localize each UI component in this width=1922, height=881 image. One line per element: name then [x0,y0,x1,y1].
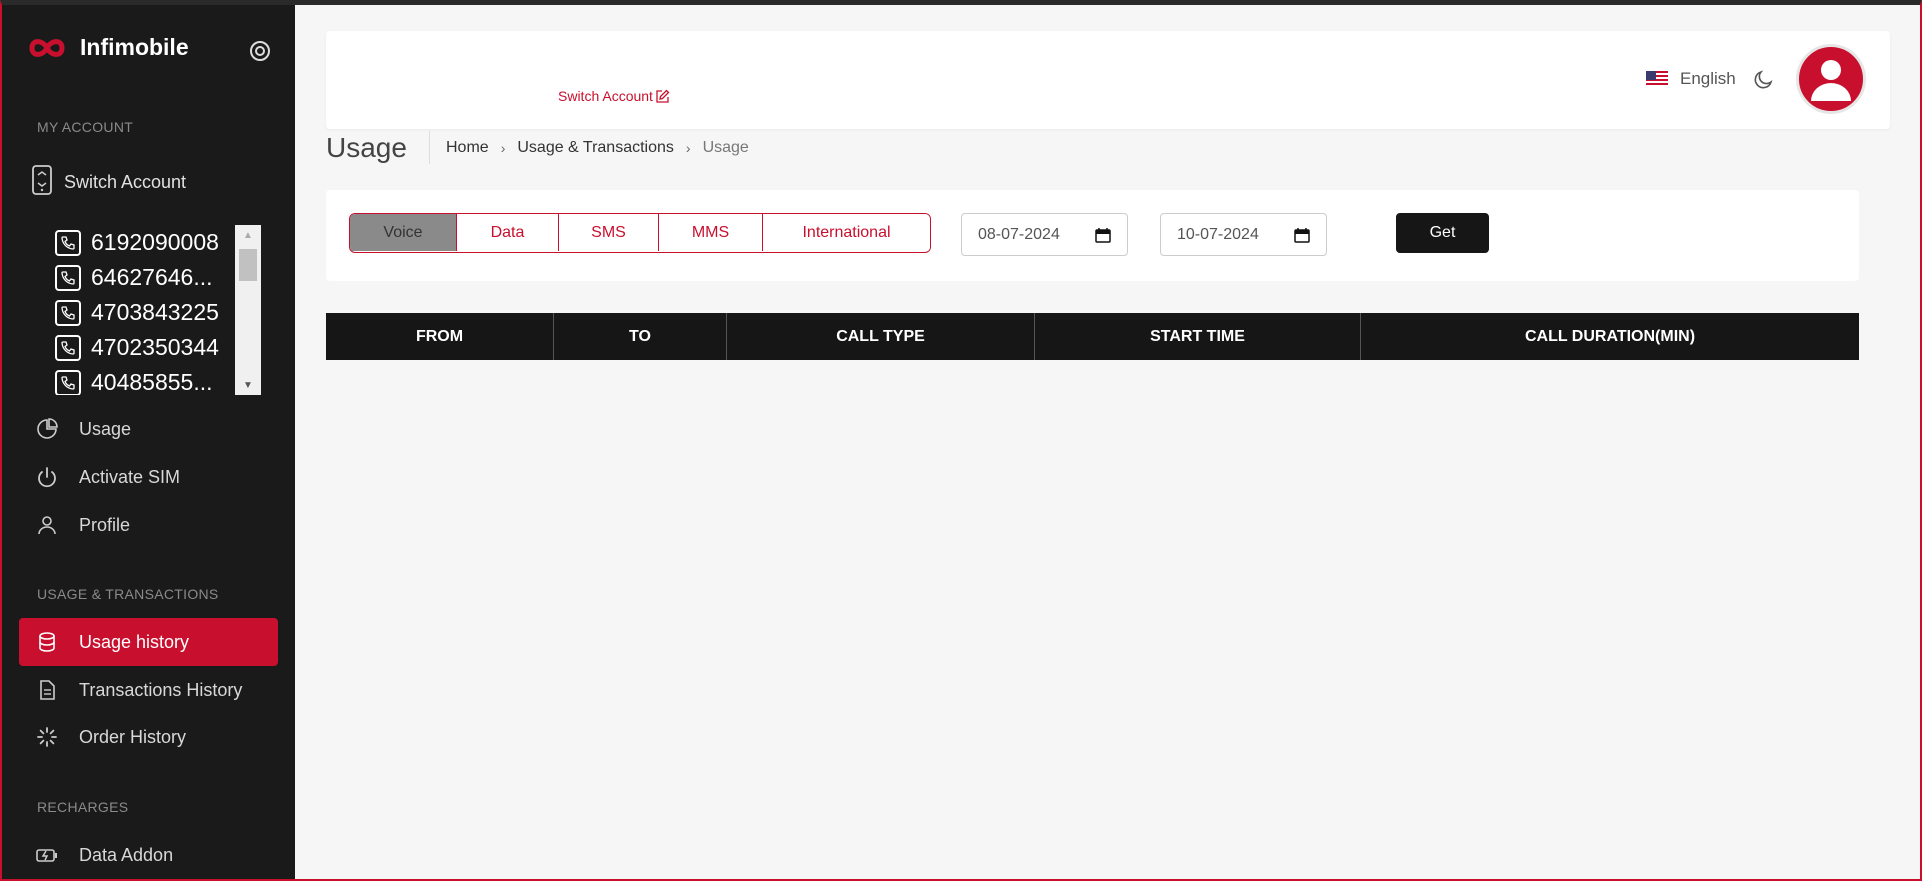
from-date-value: 08-07-2024 [978,225,1060,243]
header-switch-account-link[interactable]: Switch Account [558,88,670,104]
list-item[interactable]: 6192090008 [55,225,261,260]
phone-icon [55,229,81,256]
sidebar-item-profile[interactable]: Profile [19,501,278,549]
section-usage-transactions: USAGE & TRANSACTIONS [37,586,219,602]
phone-number: 4702350344 [91,334,219,360]
column-header-from[interactable]: FROM [326,313,554,360]
edit-icon [656,89,670,103]
sidebar-item-transactions-history[interactable]: Transactions History [19,666,278,714]
brand-name: Infimobile [80,34,189,60]
sidebar-item-order-history[interactable]: Order History [19,713,278,761]
chevron-right-icon: › [685,140,691,156]
sidebar-item-label: Usage history [79,631,190,652]
top-header: Switch Account English [326,31,1890,129]
section-my-account: MY ACCOUNT [37,119,134,135]
get-button[interactable]: Get [1396,213,1489,253]
list-item[interactable]: 40485855... [55,365,261,395]
breadcrumb-home[interactable]: Home [446,139,489,157]
battery-charging-icon [35,843,59,867]
sidebar-item-data-addon[interactable]: Data Addon [19,831,278,879]
sidebar-item-label: Activate SIM [79,466,181,487]
number-list-scrollbar[interactable]: ▲ ▼ [235,225,261,395]
phone-icon [55,334,81,361]
loader-icon [35,725,59,749]
language-selector[interactable]: English [1646,69,1736,89]
phone-device-icon [30,165,54,200]
column-header-call-type[interactable]: CALL TYPE [727,313,1035,360]
document-icon [35,678,59,702]
switch-account-label: Switch Account [64,172,187,192]
sidebar-item-label: Data Addon [79,844,174,865]
from-date-input[interactable]: 08-07-2024 [961,213,1128,256]
sidebar-item-activate-sim[interactable]: Activate SIM [19,453,278,501]
avatar[interactable] [1796,44,1866,114]
column-header-to[interactable]: TO [554,313,727,360]
user-avatar-icon [1811,60,1851,101]
chevron-right-icon: › [500,140,506,156]
user-icon [35,513,59,537]
brand[interactable]: Infimobile [28,34,189,61]
sidebar-item-label: Order History [79,726,187,747]
power-icon [35,465,59,489]
scroll-thumb[interactable] [239,249,257,281]
infinity-logo-icon [28,36,66,60]
sidebar-toggle-icon[interactable] [249,40,271,67]
language-label: English [1680,69,1736,88]
title-divider [429,131,430,164]
calendar-icon[interactable] [1294,227,1310,243]
calendar-icon[interactable] [1095,227,1111,243]
sidebar-item-usage-history[interactable]: Usage history [19,618,278,666]
usage-table-header: FROM TO CALL TYPE START TIME CALL DURATI… [326,313,1859,360]
breadcrumb: Home › Usage & Transactions › Usage [446,139,749,157]
tab-sms[interactable]: SMS [559,214,659,251]
phone-icon [55,369,81,395]
scroll-down-icon[interactable]: ▼ [235,375,261,395]
filter-panel: Voice Data SMS MMS International 08-07-2… [326,190,1859,281]
sidebar-item-usage[interactable]: Usage [19,405,278,453]
list-item[interactable]: 4702350344 [55,330,261,365]
moon-icon[interactable] [1753,68,1775,95]
sidebar-item-label: Profile [79,514,131,535]
column-header-call-duration[interactable]: CALL DURATION(MIN) [1361,313,1859,360]
list-item[interactable]: 4703843225 [55,295,261,330]
phone-number-list[interactable]: 6192090008 64627646... 4703843225 470235… [55,225,261,395]
tab-international[interactable]: International [763,214,930,251]
phone-number: 40485855... [91,369,213,395]
sidebar-item-label: Transactions History [79,679,243,700]
tab-mms[interactable]: MMS [659,214,763,251]
phone-icon [55,264,81,291]
breadcrumb-usage-transactions[interactable]: Usage & Transactions [517,139,674,157]
sidebar-item-label: Usage [79,418,132,439]
breadcrumb-current: Usage [702,139,749,156]
tab-voice[interactable]: Voice [350,214,457,251]
database-icon [35,630,59,654]
sidebar: Infimobile MY ACCOUNT Switch Account 619… [0,0,295,881]
us-flag-icon [1646,71,1668,87]
switch-account-text: Switch Account [558,88,653,104]
phone-number: 4703843225 [91,299,219,325]
scroll-up-icon[interactable]: ▲ [235,225,261,245]
to-date-input[interactable]: 10-07-2024 [1160,213,1327,256]
page-title: Usage [326,132,407,163]
list-item[interactable]: 64627646... [55,260,261,295]
tab-data[interactable]: Data [457,214,559,251]
section-recharges: RECHARGES [37,799,129,815]
pie-chart-icon [35,417,59,441]
sidebar-switch-account[interactable]: Switch Account [30,165,186,200]
phone-icon [55,299,81,326]
to-date-value: 10-07-2024 [1177,225,1259,243]
phone-number: 6192090008 [91,229,219,255]
phone-number: 64627646... [91,264,213,290]
usage-type-tabs: Voice Data SMS MMS International [349,213,931,253]
column-header-start-time[interactable]: START TIME [1035,313,1361,360]
